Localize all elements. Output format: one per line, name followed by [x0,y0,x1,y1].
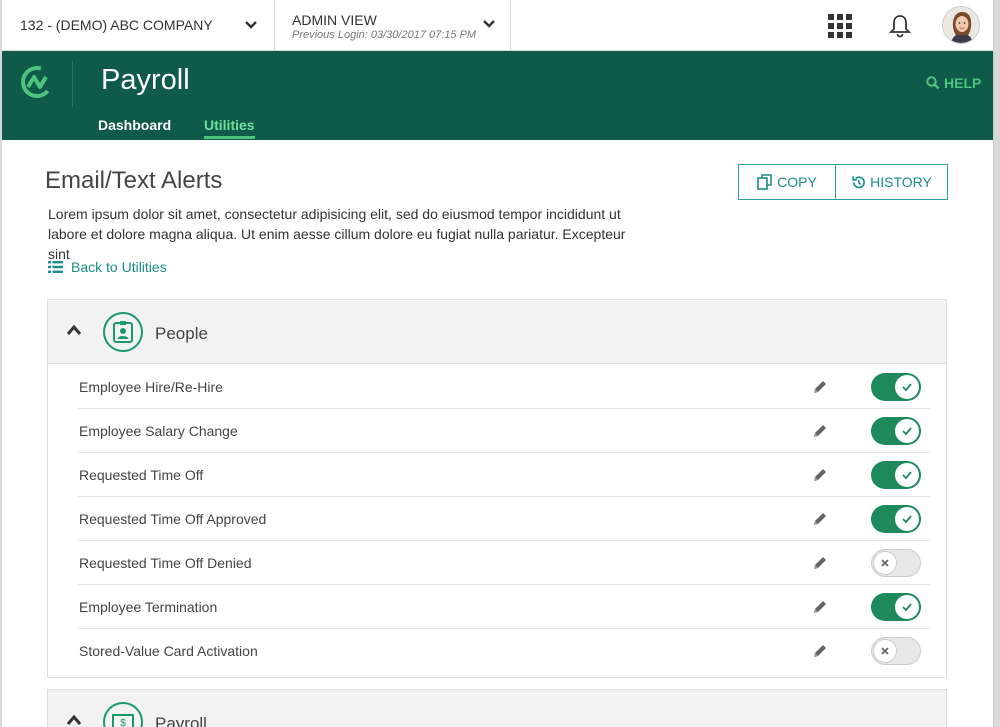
chevron-down-icon [483,20,495,28]
check-icon [895,375,919,399]
alert-toggle[interactable] [871,417,921,445]
tab-dashboard[interactable]: Dashboard [98,117,171,133]
alert-row: Requested Time Off [78,453,930,497]
alert-row: Requested Time Off Denied [78,541,930,585]
check-icon [895,507,919,531]
company-logo [21,66,53,98]
history-icon [852,175,866,188]
pencil-icon[interactable] [812,379,828,395]
payroll-section: $ Payroll [47,689,947,727]
alert-label: Requested Time Off Approved [79,511,267,527]
active-tab-indicator [204,136,255,139]
app-window: 132 - (DEMO) ABC COMPANY ADMIN VIEW Prev… [2,0,994,727]
tab-label: Dashboard [98,117,172,133]
admin-view-selector[interactable]: ADMIN VIEW Previous Login: 03/30/2017 07… [275,0,511,51]
svg-text:$: $ [120,718,126,727]
alert-label: Employee Salary Change [79,423,238,439]
admin-view-title: ADMIN VIEW [292,12,377,28]
pencil-icon[interactable] [812,599,828,615]
header-divider [72,61,73,107]
back-to-utilities-link[interactable]: Back to Utilities [48,259,167,275]
alert-toggle[interactable] [871,549,921,577]
user-portrait-icon [943,7,979,43]
alert-label: Stored-Value Card Activation [79,643,258,659]
history-button[interactable]: HISTORY [835,164,948,200]
app-title: Payroll [101,64,190,96]
tab-utilities[interactable]: Utilities [204,117,255,139]
page-description: Lorem ipsum dolor sit amet, consectetur … [48,206,626,262]
chevron-up-icon[interactable] [66,714,82,726]
section-title: Payroll [155,714,207,727]
help-link[interactable]: HELP [926,75,981,91]
pencil-icon[interactable] [812,467,828,483]
avatar[interactable] [942,6,980,44]
alert-label: Employee Hire/Re-Hire [79,379,223,395]
alert-toggle[interactable] [871,461,921,489]
section-header[interactable]: $ Payroll [48,690,946,727]
alert-toggle[interactable] [871,593,921,621]
money-icon: $ [103,702,143,727]
page-title: Email/Text Alerts [45,167,223,194]
pencil-icon[interactable] [812,555,828,571]
copy-icon [757,174,772,190]
alert-toggle[interactable] [871,373,921,401]
alert-row: Stored-Value Card Activation [78,629,930,673]
search-icon [926,76,940,90]
alert-toggle[interactable] [871,505,921,533]
help-label: HELP [944,75,982,91]
alert-row: Employee Salary Change [78,409,930,453]
top-bar: 132 - (DEMO) ABC COMPANY ADMIN VIEW Prev… [2,0,993,51]
copy-label: COPY [777,174,817,190]
alert-label: Requested Time Off [79,467,204,483]
app-grid-icon[interactable] [828,14,852,38]
alert-row: Requested Time Off Approved [78,497,930,541]
app-header: Payroll HELP Dashboard Utilities [2,51,993,140]
tab-label: Utilities [204,117,255,133]
alert-toggle[interactable] [871,637,921,665]
pencil-icon[interactable] [812,643,828,659]
check-icon [895,463,919,487]
chevron-down-icon [245,21,257,29]
alert-row: Employee Hire/Re-Hire [78,365,930,409]
copy-button[interactable]: COPY [738,164,836,200]
check-icon [895,595,919,619]
back-link-label: Back to Utilities [71,259,167,275]
alert-row: Employee Termination [78,585,930,629]
previous-login-text: Previous Login: 03/30/2017 07:15 PM [292,29,477,41]
list-icon [48,261,63,273]
chevron-up-icon[interactable] [66,324,82,336]
company-selector[interactable]: 132 - (DEMO) ABC COMPANY [2,0,275,51]
check-icon [895,419,919,443]
close-icon [873,639,897,663]
people-section: People Employee Hire/Re-Hire Employee Sa… [47,299,947,678]
bell-icon[interactable] [889,14,911,38]
alert-label: Requested Time Off Denied [79,555,252,571]
alert-label: Employee Termination [79,599,218,615]
pencil-icon[interactable] [812,423,828,439]
close-icon [873,551,897,575]
id-badge-icon [103,312,143,352]
section-header[interactable]: People [48,300,946,364]
section-title: People [155,324,208,343]
company-name: 132 - (DEMO) ABC COMPANY [20,17,213,33]
history-label: HISTORY [870,174,932,190]
pencil-icon[interactable] [812,511,828,527]
